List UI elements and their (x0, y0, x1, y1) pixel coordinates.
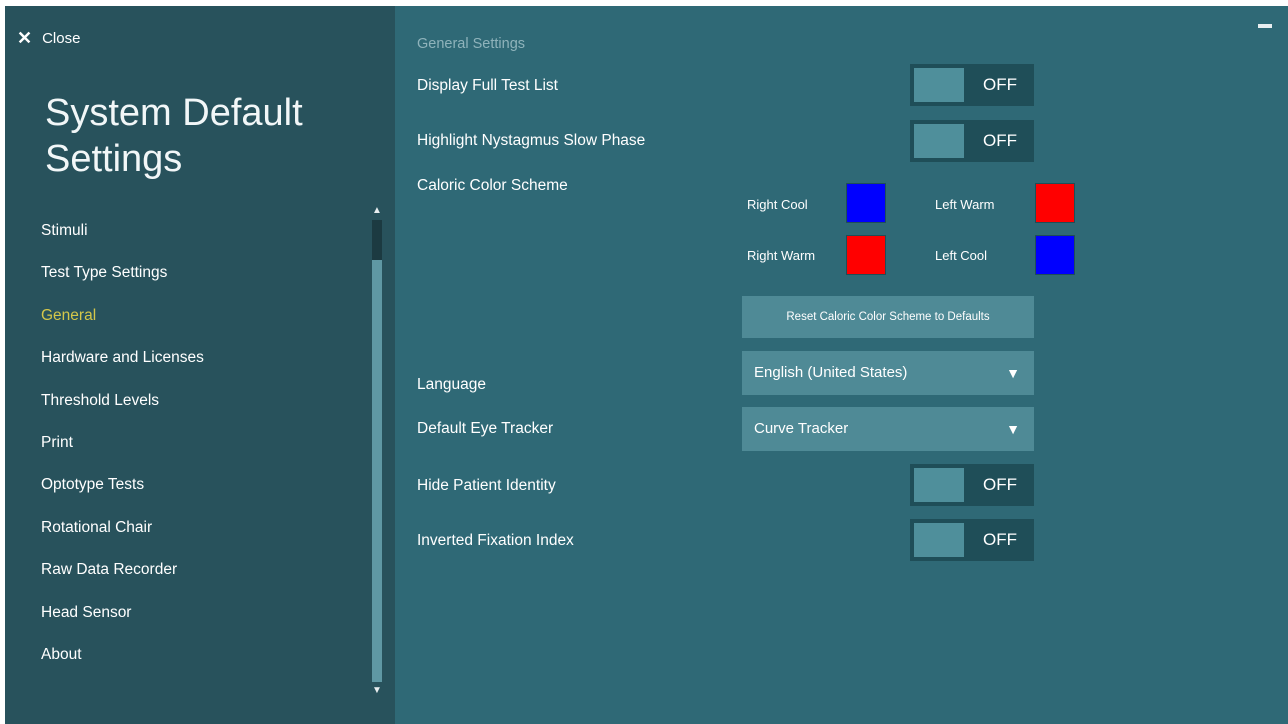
settings-nav: Stimuli Test Type Settings General Hardw… (41, 210, 361, 676)
sidebar-item-hardware-and-licenses[interactable]: Hardware and Licenses (41, 337, 361, 379)
close-label: Close (42, 29, 81, 47)
scroll-track[interactable] (372, 220, 382, 682)
caloric-color-scheme-label: Caloric Color Scheme (417, 177, 568, 194)
sidebar-item-test-type-settings[interactable]: Test Type Settings (41, 252, 361, 294)
toggle-state: OFF (983, 530, 1017, 549)
sidebar-item-print[interactable]: Print (41, 422, 361, 464)
sidebar-item-raw-data-recorder[interactable]: Raw Data Recorder (41, 549, 361, 591)
inverted-fixation-index-toggle[interactable]: OFF (910, 519, 1034, 561)
chevron-down-icon: ▼ (1006, 421, 1020, 437)
toggle-knob (914, 468, 964, 502)
close-icon: ✕ (17, 28, 33, 48)
sidebar-item-threshold-levels[interactable]: Threshold Levels (41, 380, 361, 422)
highlight-nystagmus-label: Highlight Nystagmus Slow Phase (417, 132, 646, 149)
toggle-state: OFF (983, 475, 1017, 494)
scroll-down-icon[interactable]: ▼ (369, 684, 385, 698)
sidebar-item-optotype-tests[interactable]: Optotype Tests (41, 464, 361, 506)
left-warm-swatch[interactable] (1035, 183, 1075, 223)
default-eye-tracker-label: Default Eye Tracker (417, 420, 554, 437)
display-full-test-list-toggle[interactable]: OFF (910, 64, 1034, 106)
scroll-up-icon[interactable]: ▲ (369, 204, 385, 218)
sidebar: ✕ Close System Default Settings Stimuli … (5, 6, 395, 724)
toggle-state: OFF (983, 131, 1017, 150)
settings-content: General Settings Display Full Test List … (395, 6, 1288, 724)
app-window: ✕ Close System Default Settings Stimuli … (5, 6, 1288, 724)
toggle-knob (914, 124, 964, 158)
left-warm-label: Left Warm (935, 197, 995, 212)
sidebar-item-stimuli[interactable]: Stimuli (41, 210, 361, 252)
sidebar-item-rotational-chair[interactable]: Rotational Chair (41, 507, 361, 549)
hide-patient-identity-toggle[interactable]: OFF (910, 464, 1034, 506)
language-select[interactable]: English (United States) ▼ (742, 351, 1034, 395)
section-title: General Settings (417, 36, 526, 52)
left-cool-label: Left Cool (935, 248, 988, 263)
page-title: System Default Settings (45, 92, 303, 180)
default-eye-tracker-select[interactable]: Curve Tracker ▼ (742, 407, 1034, 451)
display-full-test-list-label: Display Full Test List (417, 77, 558, 94)
scroll-thumb[interactable] (372, 260, 382, 682)
close-button[interactable]: ✕ Close (17, 26, 80, 50)
left-cool-swatch[interactable] (1035, 235, 1075, 275)
toggle-knob (914, 68, 964, 102)
language-value: English (United States) (754, 364, 908, 381)
right-warm-swatch[interactable] (846, 235, 886, 275)
scroll-track-gap (372, 220, 382, 260)
right-cool-swatch[interactable] (846, 183, 886, 223)
sidebar-item-about[interactable]: About (41, 634, 361, 676)
default-eye-tracker-value: Curve Tracker (754, 420, 849, 437)
sidebar-item-general[interactable]: General (41, 295, 361, 337)
right-cool-label: Right Cool (747, 197, 808, 212)
toggle-state: OFF (983, 75, 1017, 94)
sidebar-item-head-sensor[interactable]: Head Sensor (41, 592, 361, 634)
sidebar-scrollbar[interactable]: ▲ ▼ (369, 204, 385, 698)
right-warm-label: Right Warm (747, 248, 816, 263)
minimize-icon[interactable] (1258, 24, 1272, 28)
reset-caloric-color-scheme-button[interactable]: Reset Caloric Color Scheme to Defaults (742, 296, 1034, 338)
inverted-fixation-index-label: Inverted Fixation Index (417, 532, 574, 549)
toggle-knob (914, 523, 964, 557)
hide-patient-identity-label: Hide Patient Identity (417, 477, 556, 494)
chevron-down-icon: ▼ (1006, 365, 1020, 381)
highlight-nystagmus-toggle[interactable]: OFF (910, 120, 1034, 162)
language-label: Language (417, 376, 486, 393)
